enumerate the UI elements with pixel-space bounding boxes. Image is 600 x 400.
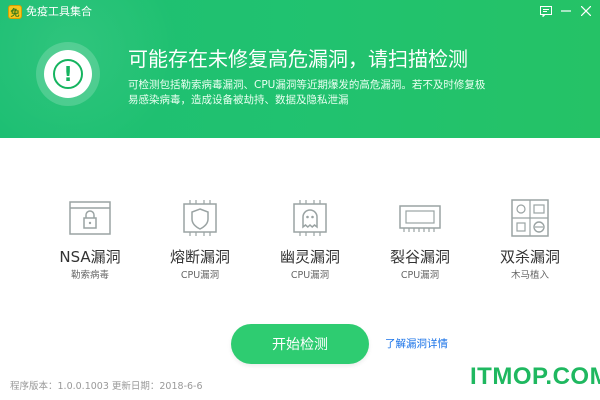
alert-description: 可检测包括勒索病毒漏洞、CPU漏洞等近期爆发的高危漏洞。若不及时修复极易感染病毒… xyxy=(128,79,486,106)
shield-chip-icon xyxy=(183,200,217,236)
header-banner: 免 免疫工具集合 ! 可能存在未修复高危漏洞，请扫描检测 可检测包括勒索病毒漏洞… xyxy=(0,0,600,138)
close-icon[interactable] xyxy=(576,2,596,20)
vuln-tile-meltdown[interactable]: 熔断漏洞 CPU漏洞 xyxy=(150,198,250,298)
exclamation-icon: ! xyxy=(53,59,83,89)
app-logo-icon: 免 xyxy=(8,5,22,19)
alert-icon: ! xyxy=(36,42,100,106)
vuln-name: 熔断漏洞 xyxy=(169,248,230,266)
vulnerability-list: NSA漏洞 勒索病毒 熔断漏洞 CPU漏洞 幽灵漏洞 CPU漏洞 裂谷漏洞 CP… xyxy=(40,198,580,298)
browser-grid-icon xyxy=(511,199,549,237)
vuln-category: CPU漏洞 xyxy=(290,270,330,281)
vuln-details-link[interactable]: 了解漏洞详情 xyxy=(385,337,448,351)
minimize-icon[interactable] xyxy=(556,2,576,20)
version-info: 程序版本：1.0.0.1003 更新日期：2018-6-6 xyxy=(10,381,203,392)
vuln-name: 裂谷漏洞 xyxy=(389,248,450,266)
vuln-name: 幽灵漏洞 xyxy=(279,248,340,266)
vuln-tile-nsa[interactable]: NSA漏洞 勒索病毒 xyxy=(40,198,140,298)
vuln-category: 木马植入 xyxy=(510,270,549,281)
alert-headline: 可能存在未修复高危漏洞，请扫描检测 xyxy=(128,47,468,71)
title-bar: 免 免疫工具集合 xyxy=(0,0,600,24)
site-watermark: ITMOP.COM xyxy=(470,363,600,390)
vuln-tile-spectre[interactable]: 幽灵漏洞 CPU漏洞 xyxy=(260,198,360,298)
vuln-tile-rift[interactable]: 裂谷漏洞 CPU漏洞 xyxy=(370,198,470,298)
vuln-category: CPU漏洞 xyxy=(180,270,220,281)
start-scan-button[interactable]: 开始检测 xyxy=(231,324,369,364)
vuln-tile-doublekill[interactable]: 双杀漏洞 木马植入 xyxy=(480,198,580,298)
vuln-name: 双杀漏洞 xyxy=(499,248,560,266)
vuln-name: NSA漏洞 xyxy=(59,248,121,266)
ghost-chip-icon xyxy=(293,200,327,236)
app-title: 免疫工具集合 xyxy=(26,5,92,18)
vuln-category: 勒索病毒 xyxy=(70,270,109,281)
feedback-icon[interactable] xyxy=(536,2,556,20)
vuln-category: CPU漏洞 xyxy=(400,270,440,281)
memory-card-icon xyxy=(399,205,441,232)
lock-window-icon xyxy=(69,201,111,235)
